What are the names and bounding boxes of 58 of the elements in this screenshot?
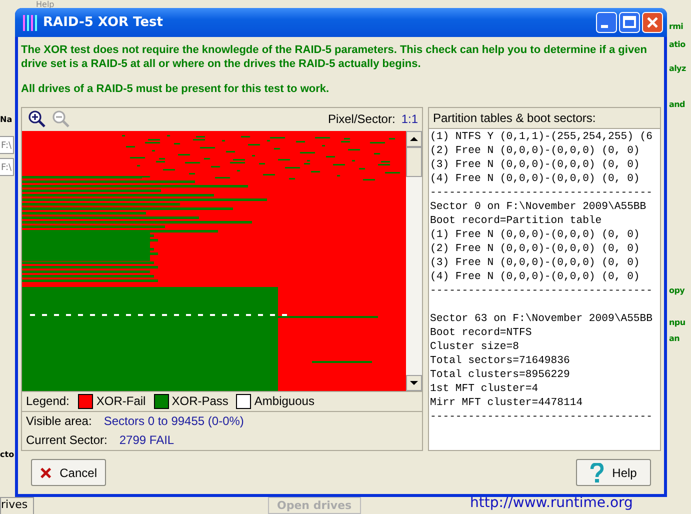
- text-line: Boot record=Partition table: [430, 214, 603, 228]
- background-label: and: [669, 100, 685, 110]
- visible-area-value: Sectors 0 to 99455 (0-0%): [104, 414, 244, 428]
- text-line: (1) NTFS Y (0,1,1)-(255,254,255) (6: [430, 130, 654, 144]
- text-line: Boot record=NTFS: [430, 326, 533, 340]
- background-label: npu: [669, 318, 686, 328]
- background-label: opy: [669, 286, 685, 296]
- text-line: Cluster size=8: [430, 340, 520, 354]
- cancel-button[interactable]: Cancel: [31, 459, 106, 486]
- scrollbar[interactable]: [406, 130, 422, 391]
- text-line: Sector 0 on F:\November 2009\A55BB: [430, 200, 648, 214]
- pixel-sector-label: Pixel/Sector:: [328, 112, 396, 126]
- maximize-icon[interactable]: [619, 12, 640, 33]
- drive-field[interactable]: F:\: [0, 136, 14, 154]
- window-title: RAID-5 XOR Test: [43, 15, 163, 30]
- text-line: -----------------------------------: [430, 284, 654, 298]
- legend-item: XOR-Fail: [96, 394, 146, 408]
- text-line: Mirr MFT cluster=4478114: [430, 396, 584, 410]
- legend-item: Ambiguous: [254, 394, 314, 408]
- info-text: The XOR test does not require the knowlegde of the RAID-5 parameters. This check can help you to determine if a given drive set is a RAID-5 at all or where on the drives the RAID-5 actually begins.: [21, 43, 648, 71]
- text-line: (3) Free N (0,0,0)-(0,0,0) (0, 0): [430, 256, 641, 270]
- text-line: Total sectors=71649836: [430, 354, 571, 368]
- close-icon[interactable]: [642, 12, 663, 33]
- text-line: Sector 63 on F:\November 2009\A55BB: [430, 312, 654, 326]
- text-line: -----------------------------------: [430, 410, 654, 424]
- zoom-in-icon[interactable]: [28, 110, 46, 128]
- panel-title: Partition tables & boot sectors:: [432, 110, 597, 127]
- text-line: (2) Free N (0,0,0)-(0,0,0) (0, 0): [430, 144, 641, 158]
- legend-item: XOR-Pass: [172, 394, 228, 408]
- help-button[interactable]: Help: [576, 459, 651, 486]
- visible-area-label: Visible area:: [26, 414, 92, 428]
- text-line: (1) Free N (0,0,0)-(0,0,0) (0, 0): [430, 228, 641, 242]
- website-link[interactable]: http://www.runtime.org: [470, 495, 633, 512]
- background-label: rmi: [669, 22, 684, 32]
- sector-label: cto: [0, 450, 14, 460]
- background-label: an: [669, 334, 680, 344]
- scroll-down-icon[interactable]: [406, 374, 422, 391]
- column-header: Na: [0, 115, 12, 125]
- scroll-thumb[interactable]: [406, 146, 422, 177]
- text-line: (3) Free N (0,0,0)-(0,0,0) (0, 0): [430, 158, 641, 172]
- text-line: Total clusters=8956229: [430, 368, 571, 382]
- current-sector-value: 2799 FAIL: [119, 433, 174, 448]
- background-label: atio: [669, 40, 686, 50]
- drive-field[interactable]: F:\: [0, 158, 14, 176]
- info-text: All drives of a RAID-5 must be present for this test to work.: [21, 82, 330, 96]
- app-icon: [23, 14, 37, 30]
- scroll-up-icon[interactable]: [406, 130, 422, 147]
- minimize-icon[interactable]: [596, 12, 617, 33]
- text-line: (4) Free N (0,0,0)-(0,0,0) (0, 0): [430, 172, 641, 186]
- text-line: -----------------------------------: [430, 186, 654, 200]
- legend-label: Legend:: [26, 394, 70, 408]
- question-mark-icon: [590, 462, 604, 482]
- current-sector-label: Current Sector:: [26, 433, 108, 448]
- pixel-sector-value: 1:1: [401, 112, 418, 126]
- text-line: 1st MFT cluster=4: [430, 382, 540, 396]
- text-line: (2) Free N (0,0,0)-(0,0,0) (0, 0): [430, 242, 641, 256]
- text-line: (4) Free N (0,0,0)-(0,0,0) (0, 0): [430, 270, 641, 284]
- background-label: alyz: [669, 64, 686, 74]
